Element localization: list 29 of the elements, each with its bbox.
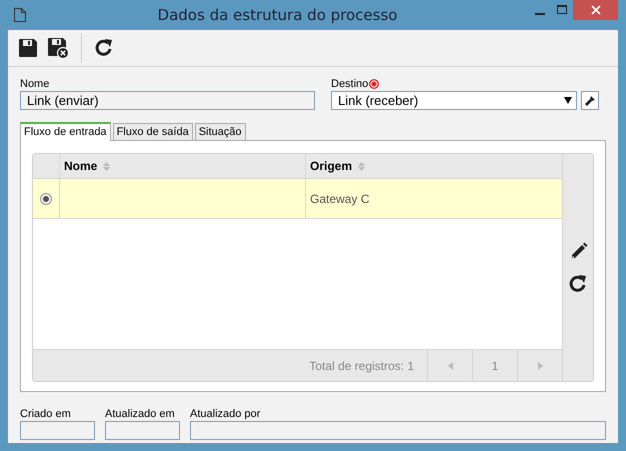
name-field[interactable]: Link (enviar) <box>20 91 315 110</box>
field-label: Nome <box>20 77 50 91</box>
brush-icon <box>584 94 596 106</box>
save-close-icon[interactable] <box>47 37 69 59</box>
refresh-icon[interactable] <box>568 274 588 294</box>
field-label: Atualizado em <box>105 407 176 421</box>
document-icon <box>14 8 26 22</box>
field-label: Atualizado por <box>190 407 262 421</box>
dropdown-arrow-icon <box>564 97 572 104</box>
save-icon[interactable] <box>18 38 38 58</box>
table-cell: Gateway C <box>310 192 370 206</box>
field-label: Criado em <box>20 407 72 421</box>
input-field[interactable] <box>105 421 180 440</box>
tab[interactable]: Fluxo de saída <box>112 123 193 140</box>
input-field[interactable] <box>20 421 95 440</box>
radio-button[interactable] <box>40 192 52 204</box>
close-icon[interactable] <box>590 5 600 15</box>
window-title: Dados da estrutura do processo <box>156 6 398 24</box>
input-field[interactable] <box>190 421 606 440</box>
column-header[interactable]: Origem <box>310 159 352 173</box>
brush-button[interactable] <box>581 91 599 110</box>
refresh-icon[interactable] <box>94 38 114 58</box>
tab[interactable]: Fluxo de entrada <box>20 122 111 141</box>
close-button[interactable] <box>573 0 618 20</box>
tab[interactable]: Situação <box>194 123 246 140</box>
record-count: Total de registros: 1 <box>309 358 415 374</box>
destination-dropdown[interactable]: Link (receber) <box>331 91 577 110</box>
column-header[interactable]: Nome <box>64 159 98 173</box>
field-label: Destino <box>331 77 368 91</box>
